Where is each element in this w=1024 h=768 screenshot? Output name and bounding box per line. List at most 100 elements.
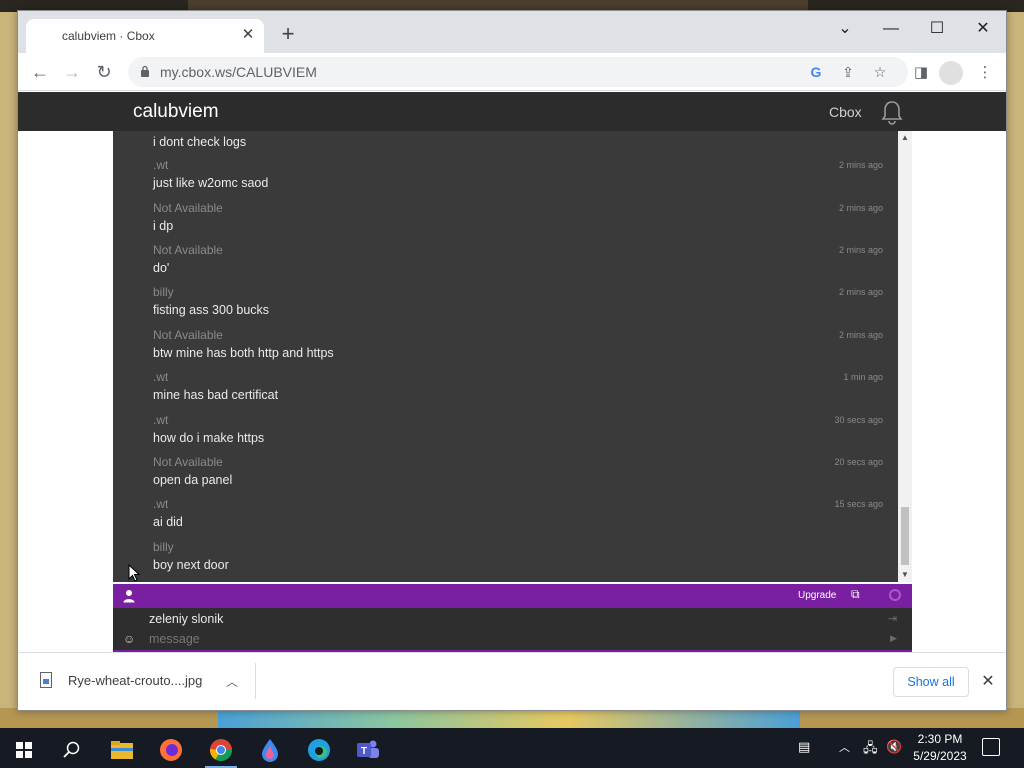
- tab-close-icon[interactable]: ✕: [238, 25, 258, 45]
- scroll-down-arrow-icon[interactable]: ▼: [898, 568, 912, 582]
- chat-message: .wt how do i make https 30 secs ago: [153, 413, 889, 445]
- side-panel-icon[interactable]: ◨: [910, 62, 932, 84]
- message-timestamp: 15 secs ago: [834, 499, 883, 509]
- message-text: open da panel: [153, 473, 233, 487]
- message-username: .wt: [153, 158, 169, 172]
- paint-drop-icon: [262, 739, 278, 762]
- emoji-icon[interactable]: ☺: [123, 632, 135, 646]
- browser-tab[interactable]: calubviem · Cbox ✕: [26, 19, 264, 53]
- tab-title: calubviem · Cbox: [62, 29, 155, 43]
- site-title: calubviem: [133, 101, 219, 122]
- message-username: [153, 131, 889, 133]
- volume-muted-icon[interactable]: 🔇: [886, 739, 902, 755]
- forward-icon[interactable]: →: [58, 58, 86, 86]
- menu-kebab-icon[interactable]: ⋮: [974, 62, 996, 84]
- teams-app[interactable]: T: [348, 732, 388, 768]
- file-explorer-app[interactable]: [102, 732, 142, 768]
- browser-toolbar: ← → ↻ my.cbox.ws/CALUBVIEM G ⇪ ☆ ◨ ⋮: [18, 53, 1006, 91]
- site-header: calubviem Cbox: [18, 92, 1006, 131]
- desktop-background-bottom: [0, 708, 1024, 730]
- chrome-app[interactable]: [201, 732, 241, 768]
- firefox-app[interactable]: [151, 732, 191, 768]
- search-icon: [63, 741, 80, 758]
- message-username: Not Available: [153, 243, 223, 257]
- scroll-thumb[interactable]: [901, 507, 909, 565]
- message-text: just like w2omc saod: [153, 176, 269, 190]
- new-tab-button[interactable]: +: [276, 23, 300, 47]
- chat-message: .wt mine has bad certificat 1 min ago: [153, 370, 889, 402]
- message-username: .wt: [153, 413, 169, 427]
- message-username: .wt: [153, 370, 169, 384]
- message-username: billy: [153, 540, 174, 554]
- scroll-up-arrow-icon[interactable]: ▲: [898, 131, 912, 145]
- message-text: fisting ass 300 bucks: [153, 303, 270, 317]
- maximize-button[interactable]: ☐: [914, 15, 960, 43]
- cbox-link[interactable]: Cbox: [829, 104, 862, 120]
- message-username: Not Available: [153, 328, 223, 342]
- minimize-button[interactable]: —: [868, 15, 914, 43]
- address-bar[interactable]: my.cbox.ws/CALUBVIEM G ⇪ ☆: [128, 57, 908, 87]
- clock-time: 2:30 PM: [917, 732, 963, 746]
- chat-message: .wt ai did 15 secs ago: [153, 497, 889, 529]
- browser-window: calubviem · Cbox ✕ + ⌄ — ☐ ✕ ← → ↻ my.cb…: [17, 10, 1007, 711]
- loading-spinner-icon: [889, 589, 901, 601]
- google-lens-icon[interactable]: G: [806, 62, 826, 82]
- upgrade-link[interactable]: Upgrade: [798, 590, 836, 601]
- message-text: do': [153, 261, 170, 275]
- message-username: billy: [153, 285, 174, 299]
- start-button[interactable]: [4, 732, 44, 768]
- download-item[interactable]: Rye-wheat-crouto....jpg ︿: [30, 663, 256, 699]
- user-icon[interactable]: [123, 589, 135, 603]
- send-icon[interactable]: ▶: [890, 633, 897, 644]
- chrome-icon: [209, 739, 232, 761]
- divider: [255, 663, 256, 699]
- message-timestamp: 2 mins ago: [838, 287, 883, 297]
- back-icon[interactable]: ←: [26, 58, 54, 86]
- paint-app[interactable]: [250, 732, 290, 768]
- lock-icon: [141, 65, 149, 77]
- show-all-button[interactable]: Show all: [893, 667, 969, 697]
- taskbar: T ▤ ︿ 🖧 🔇 2:30 PM 5/29/2023: [0, 728, 1024, 768]
- message-input[interactable]: [149, 632, 869, 646]
- chevron-up-icon[interactable]: ︿: [839, 739, 850, 755]
- chat-message: billy fisting ass 300 bucks 2 mins ago: [153, 285, 889, 317]
- chat-message: i dont check logs: [153, 131, 889, 149]
- popout-icon[interactable]: ⧉: [851, 587, 860, 602]
- message-username: Not Available: [153, 201, 223, 215]
- chat-message: .wt just like w2omc saod 2 mins ago: [153, 158, 889, 190]
- bell-icon[interactable]: [880, 99, 904, 125]
- message-text: boy next door: [153, 558, 229, 572]
- message-timestamp: 2 mins ago: [838, 330, 883, 340]
- chat-message: Not Available btw mine has both http and…: [153, 328, 889, 360]
- chat-message: Not Available open da panel 20 secs ago: [153, 455, 889, 487]
- message-text: btw mine has both http and https: [153, 346, 334, 360]
- username-field[interactable]: zeleniy slonik: [149, 612, 223, 626]
- close-shelf-icon[interactable]: ✕: [976, 668, 1000, 696]
- edge-app[interactable]: [299, 732, 339, 768]
- teams-icon: T: [357, 740, 379, 758]
- chat-message: Not Available i dp 2 mins ago: [153, 201, 889, 233]
- message-timestamp: 2 mins ago: [838, 245, 883, 255]
- chevron-up-icon[interactable]: ︿: [220, 670, 244, 694]
- message-timestamp: 20 secs ago: [834, 457, 883, 467]
- chat-message-list: i dont check logs .wt just like w2omc sa…: [113, 131, 912, 582]
- profile-avatar[interactable]: [939, 61, 963, 85]
- url-text: my.cbox.ws/CALUBVIEM: [160, 64, 317, 80]
- windows-logo-icon: [16, 742, 32, 758]
- sign-in-icon[interactable]: ⇥: [888, 612, 897, 625]
- notification-center-icon[interactable]: [982, 738, 1000, 756]
- network-icon[interactable]: 🖧: [863, 739, 878, 761]
- chat-message: Not Available do' 2 mins ago: [153, 243, 889, 275]
- taskbar-clock[interactable]: 2:30 PM 5/29/2023: [908, 731, 972, 765]
- tab-strip: calubviem · Cbox ✕ + ⌄ — ☐ ✕: [18, 11, 1006, 53]
- message-timestamp: 1 min ago: [843, 372, 883, 382]
- chat-scrollbar[interactable]: ▲ ▼: [898, 131, 912, 582]
- close-window-button[interactable]: ✕: [960, 15, 1006, 43]
- page-content: calubviem Cbox i dont check logs .wt jus…: [18, 92, 1006, 652]
- tab-search-icon[interactable]: ⌄: [822, 15, 868, 43]
- news-widget-icon[interactable]: ▤: [798, 739, 810, 755]
- bookmark-star-icon[interactable]: ☆: [870, 62, 890, 82]
- search-button[interactable]: [52, 732, 92, 768]
- share-icon[interactable]: ⇪: [838, 62, 858, 82]
- reload-icon[interactable]: ↻: [90, 58, 118, 86]
